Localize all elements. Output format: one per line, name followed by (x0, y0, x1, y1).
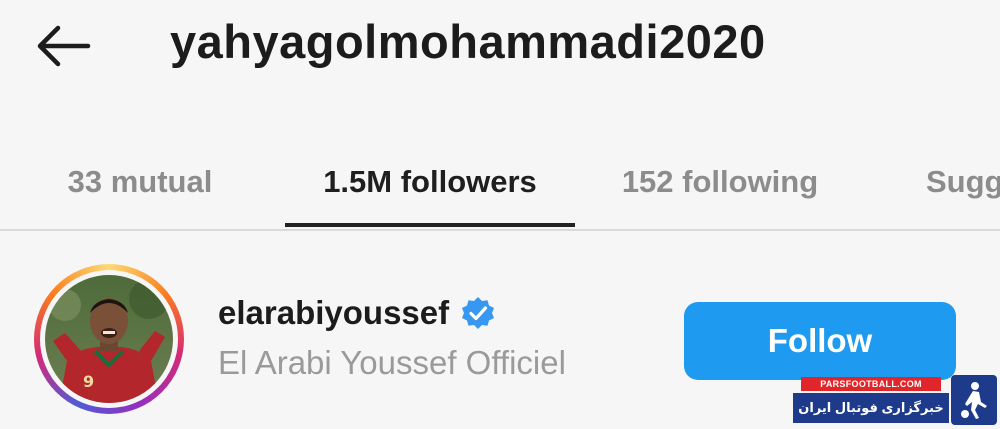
username: elarabiyoussef (218, 294, 450, 331)
soccer-player-icon (951, 375, 997, 425)
story-ring[interactable]: 9 (34, 264, 184, 414)
active-tab-indicator (285, 223, 575, 227)
watermark: PARSFOOTBALL.COM خبرگزاری فوتبال ایران (793, 375, 1000, 429)
tab-mutual[interactable]: 33 mutual (40, 135, 240, 228)
back-button[interactable] (28, 18, 98, 74)
watermark-site: PARSFOOTBALL.COM (801, 377, 941, 391)
svg-text:9: 9 (83, 372, 94, 391)
watermark-tagline: خبرگزاری فوتبال ایران (793, 393, 949, 423)
tab-following[interactable]: 152 following (600, 135, 840, 228)
full-name: El Arabi Youssef Officiel (218, 344, 566, 381)
verified-badge-icon (461, 296, 495, 330)
page-title: yahyagolmohammadi2020 (170, 15, 766, 68)
tab-followers[interactable]: 1.5M followers (285, 135, 575, 228)
top-bar: yahyagolmohammadi2020 (0, 0, 1000, 110)
username-link[interactable]: elarabiyoussef (218, 294, 495, 332)
divider (0, 229, 1000, 231)
tab-suggested[interactable]: Sugg (926, 135, 1000, 228)
arrow-left-icon (37, 25, 91, 67)
follow-tabs: 33 mutual 1.5M followers 152 following S… (0, 135, 1000, 230)
avatar: 9 (45, 275, 173, 403)
follow-button[interactable]: Follow (684, 302, 956, 380)
